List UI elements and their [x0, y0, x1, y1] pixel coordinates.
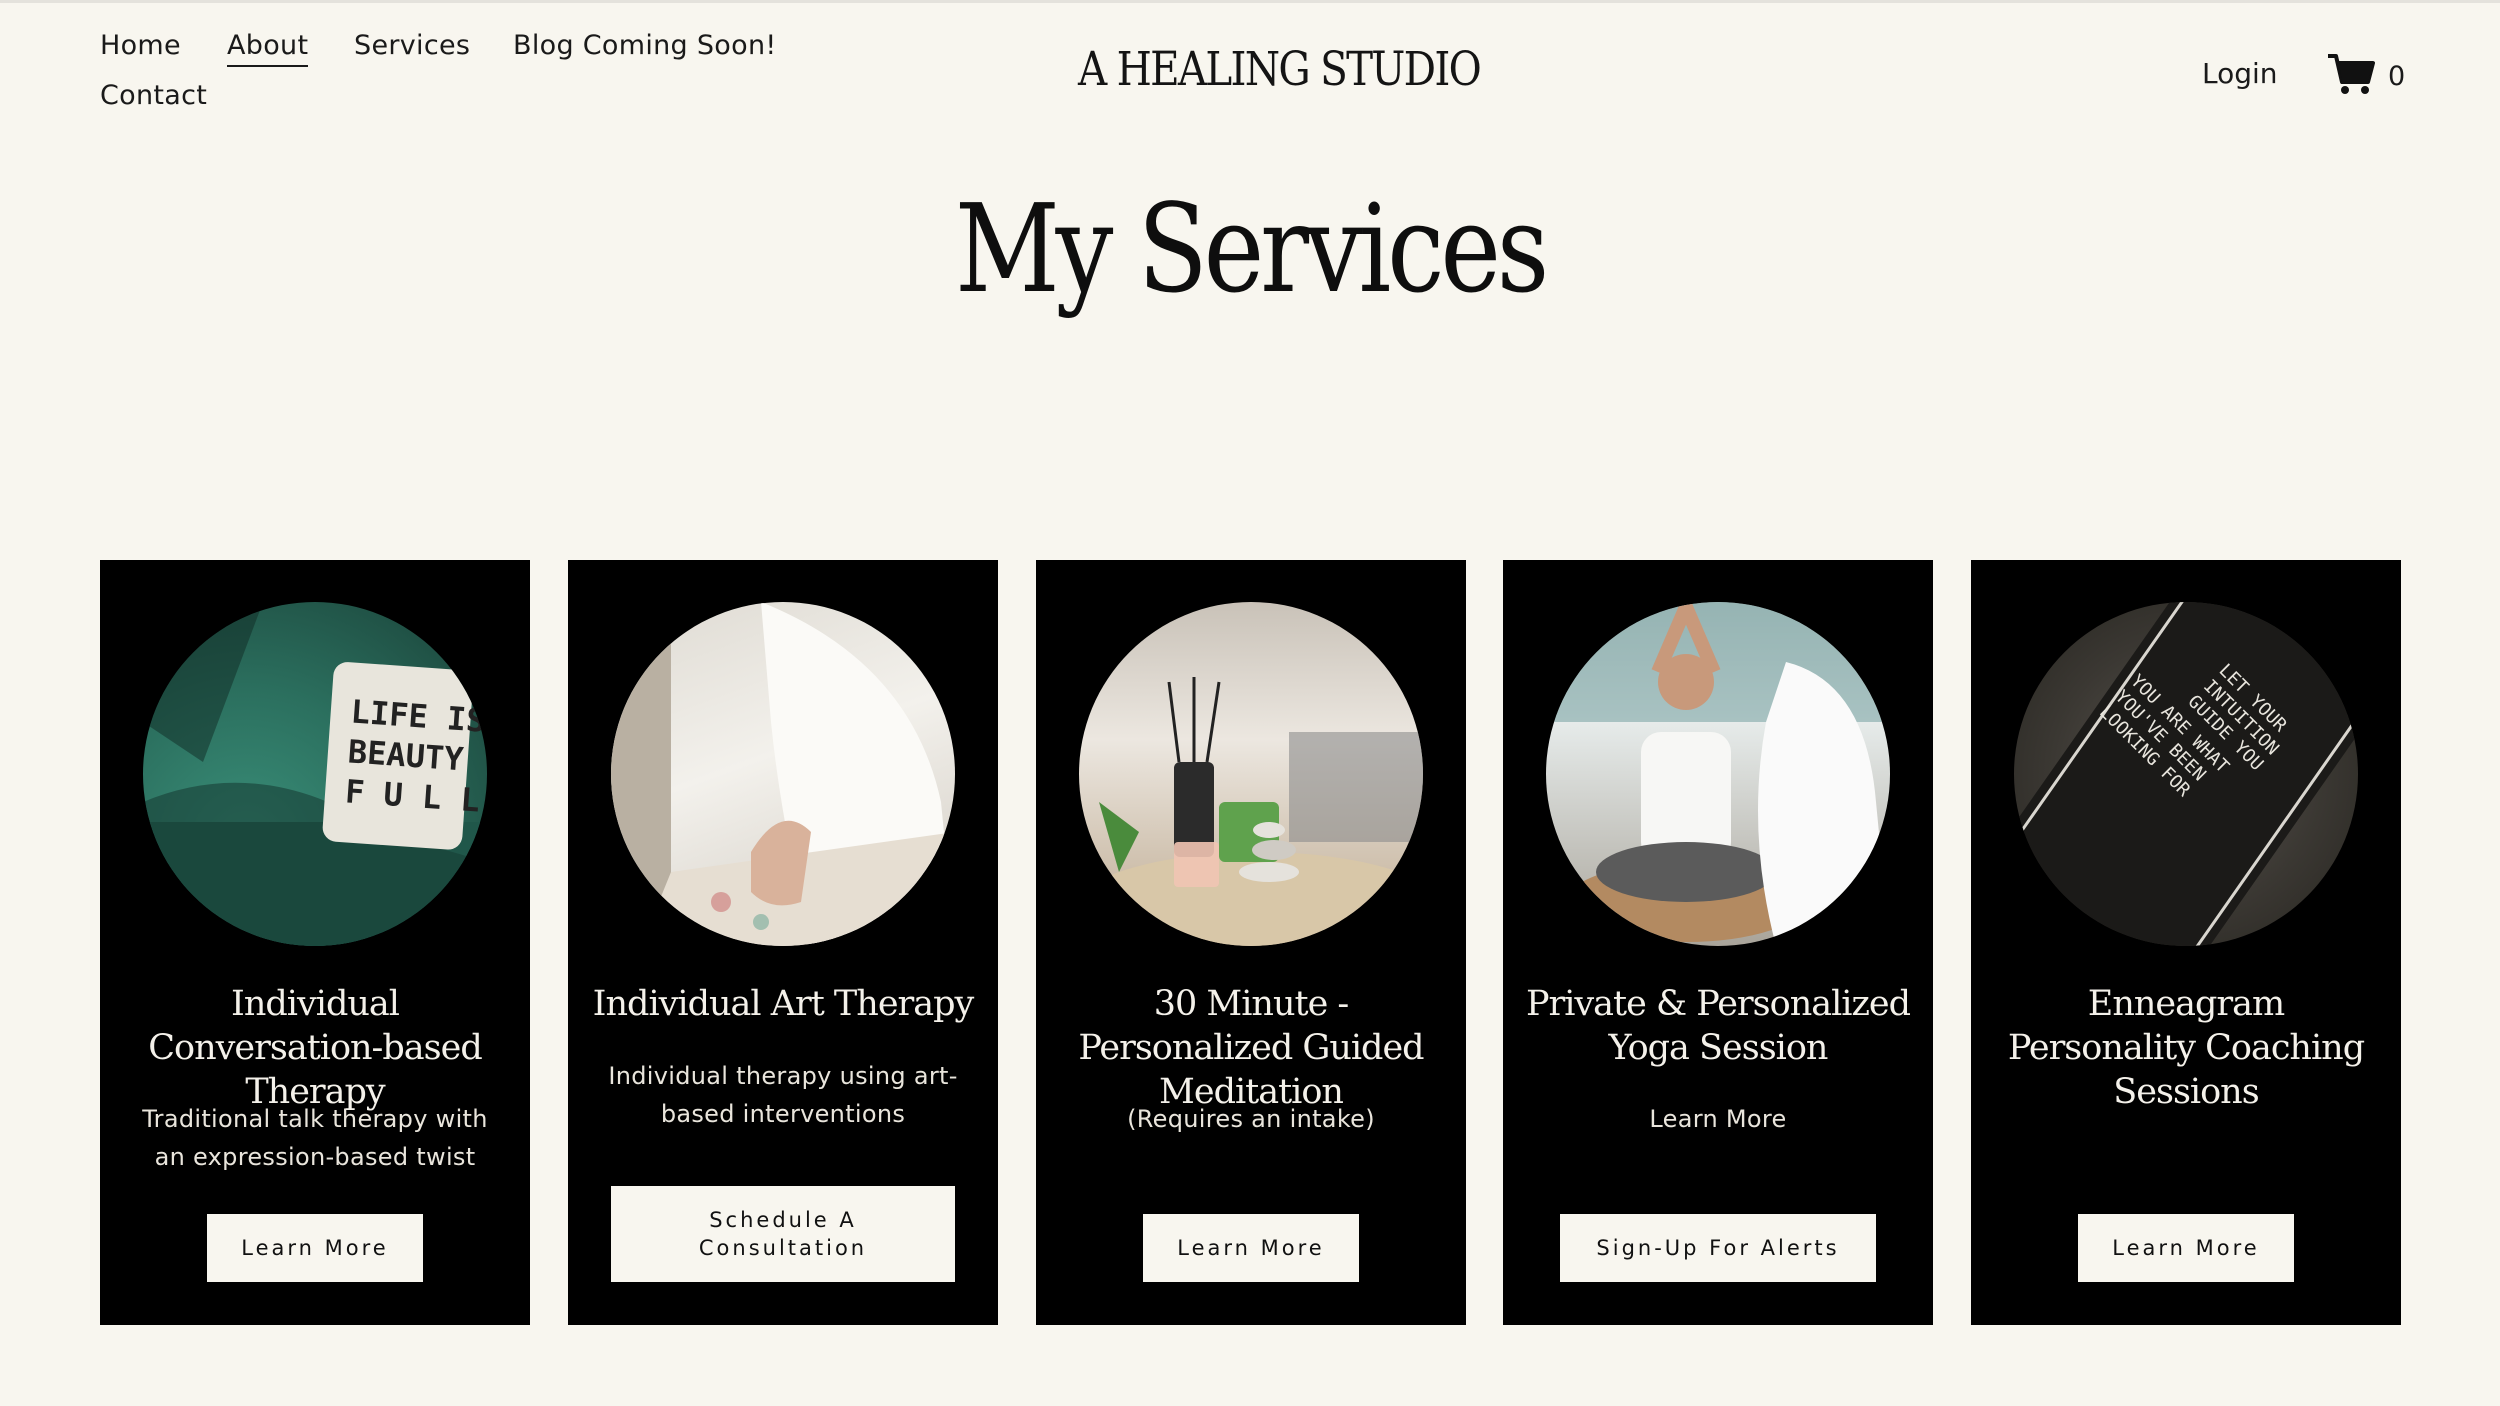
nav-home[interactable]: Home [100, 30, 181, 61]
service-title: Enneagram Personality Coaching Sessions [2007, 984, 2365, 1112]
top-border [0, 0, 2500, 3]
cart-icon [2326, 52, 2376, 100]
service-photo-card: LET YOUR INTUITION GUIDE YOU YOU ARE WHA… [2014, 602, 2358, 946]
cart-button[interactable]: 0 [2326, 52, 2405, 100]
service-photo-yoga [1546, 602, 1890, 946]
service-title: Private & Personalized Yoga Session [1525, 984, 1911, 1068]
service-description: Individual therapy using art-based inter… [608, 1062, 958, 1128]
learn-more-button[interactable]: Learn More [207, 1214, 423, 1282]
learn-more-button[interactable]: Learn More [1143, 1214, 1359, 1282]
nav-contact[interactable]: Contact [100, 80, 207, 111]
service-description: Traditional talk therapy with an express… [142, 1105, 488, 1171]
learn-more-button[interactable]: Learn More [2078, 1214, 2294, 1282]
nav-services[interactable]: Services [354, 30, 470, 61]
service-photo-art [611, 602, 955, 946]
site-logo[interactable]: A HEALING STUDIO [1078, 42, 1482, 97]
service-description: Learn More [1649, 1105, 1787, 1133]
service-description: (Requires an intake) [1127, 1105, 1375, 1133]
service-title: 30 Minute - Personalized Guided Meditati… [1078, 984, 1424, 1112]
schedule-consultation-button[interactable]: Schedule A Consultation [611, 1186, 955, 1282]
nav-about[interactable]: About [227, 30, 309, 67]
service-card: LET YOUR INTUITION GUIDE YOU YOU ARE WHA… [1971, 560, 2401, 1325]
cart-count: 0 [2388, 60, 2406, 92]
service-card: 30 Minute - Personalized Guided Meditati… [1036, 560, 1466, 1325]
service-card: LIFE IS BEAUTY F U L L Individual Conver… [100, 560, 530, 1325]
service-photo-pillow: LIFE IS BEAUTY F U L L [143, 602, 487, 946]
page-title: My Services [954, 178, 1550, 320]
service-title: Individual Art Therapy [592, 984, 975, 1024]
service-photo-meditation [1079, 602, 1423, 946]
service-title: Individual Conversation-based Therapy [148, 984, 483, 1112]
pillow-text-line2: BEAUTY [347, 732, 466, 778]
login-link[interactable]: Login [2202, 57, 2278, 90]
service-card: Private & Personalized Yoga Session Lear… [1503, 560, 1933, 1325]
nav-blog[interactable]: Blog Coming Soon! [513, 30, 777, 61]
sign-up-for-alerts-button[interactable]: Sign-Up For Alerts [1560, 1214, 1876, 1282]
service-card: Individual Art Therapy Individual therap… [568, 560, 998, 1325]
